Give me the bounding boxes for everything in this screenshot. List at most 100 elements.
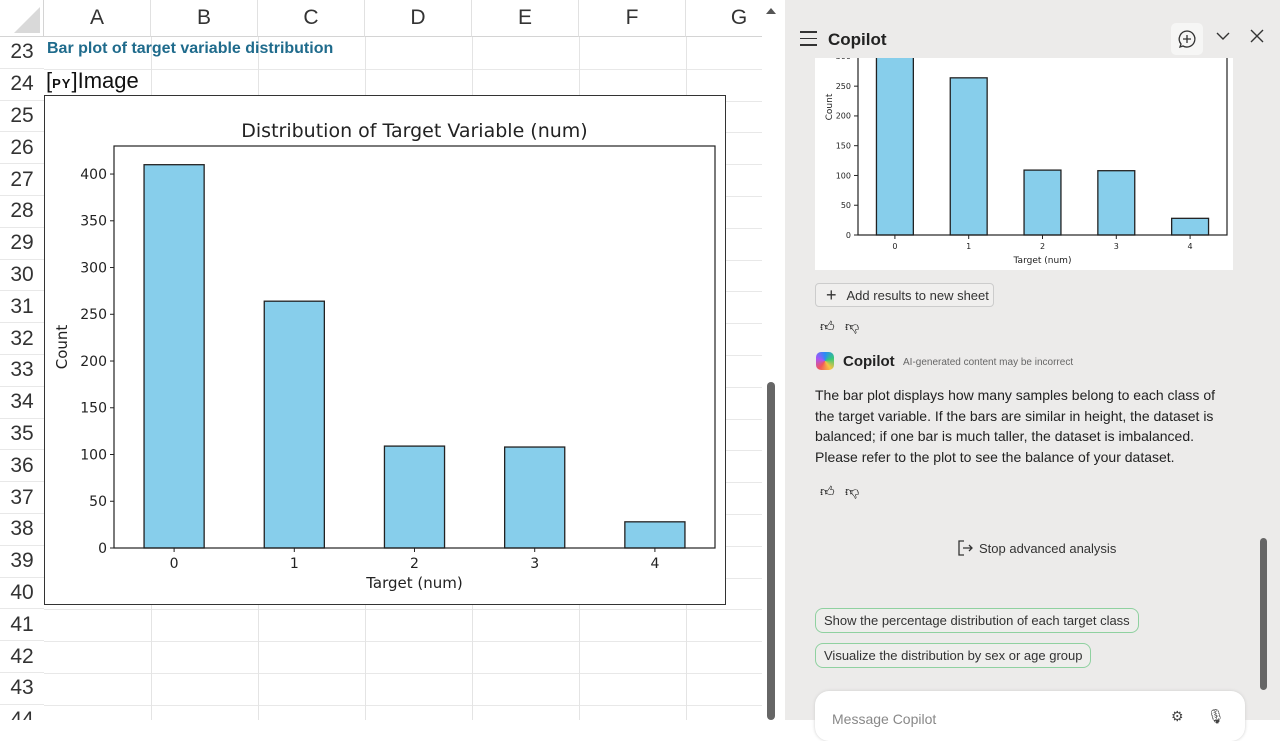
x-tick-label: 2 [410,556,419,572]
x-tick-label: 1 [966,242,971,251]
bar-4 [624,521,686,549]
sheet-vertical-scrollbar[interactable] [762,0,780,720]
add-results-button[interactable]: + Add results to new sheet [815,283,994,307]
y-tick-label: 150 [80,401,107,417]
row-header-37[interactable]: 37 [0,482,44,514]
row-header-35[interactable]: 35 [0,419,44,451]
bar-2 [383,445,446,549]
y-tick-label: 200 [836,112,851,121]
column-header-c[interactable]: C [258,0,365,37]
message-placeholder: Message Copilot [832,711,937,727]
column-header-a[interactable]: A [44,0,151,37]
x-tick-label: 4 [1188,242,1193,251]
copilot-chart-image: 0 1 2 3 4 0 50 100 150 200 250 300 Target (num) Count [815,58,1233,270]
x-tick-label: 1 [290,556,299,572]
add-results-label: Add results to new sheet [846,287,989,303]
y-axis-label: Count [53,325,71,370]
bar-4 [1170,217,1210,236]
main-bar-chart: 0 1 2 3 4 0 50 100 150 200 250 300 350 400 Target (num… [53,120,716,592]
panel-title: Copilot [828,30,887,49]
thumbs-down-icon[interactable]: 👎︎ [845,483,859,500]
row-header-32[interactable]: 32 [0,323,44,355]
new-chat-button[interactable] [1171,23,1203,55]
y-tick-label: 250 [836,82,851,91]
bar-1 [263,300,325,549]
thumbs-up-icon[interactable]: 👍︎ [820,483,835,500]
scrollbar-thumb[interactable] [767,382,775,720]
y-tick-label: 300 [836,58,851,61]
x-axis-label: Target (num) [365,574,463,592]
y-tick-label: 50 [841,201,851,210]
x-tick-label: 4 [650,556,659,572]
suggestion-chip[interactable]: Visualize the distribution by sex or age… [815,643,1092,668]
menu-icon[interactable] [800,31,817,46]
message-input[interactable]: Message Copilot ⚙ 🎙︎ [815,691,1245,741]
assistant-message: The bar plot displays how many samples b… [815,387,1215,465]
y-tick-label: 300 [80,260,107,276]
y-tick-label: 200 [80,354,107,370]
row-header-33[interactable]: 33 [0,355,44,387]
thumbs-up-icon[interactable]: 👍︎ [820,318,835,335]
x-tick-label: 2 [1040,242,1045,251]
collapse-chevron-icon[interactable] [1215,30,1231,42]
row-header-41[interactable]: 41 [0,609,44,642]
row-header-27[interactable]: 27 [0,164,44,196]
image-label: Image [77,68,139,93]
column-header-b[interactable]: B [151,0,258,37]
spreadsheet-grid[interactable]: ABCDEFG 23 24 25 26 27 28 29 30 31 32 33 34 35 36 37 38… [0,0,762,720]
row-header-28[interactable]: 28 [0,196,44,228]
column-header-f[interactable]: F [579,0,686,37]
scroll-up-icon[interactable] [766,8,776,14]
chart-title: Distribution of Target Variable (num) [241,120,587,142]
thumbs-down-icon[interactable]: 👎︎ [845,318,859,335]
row-header-23[interactable]: 23 [0,37,44,69]
row-header-40[interactable]: 40 [0,578,44,610]
row-header-38[interactable]: 38 [0,514,44,546]
y-tick-label: 400 [80,167,107,183]
y-tick-label: 100 [80,447,107,463]
row-header-44[interactable]: 44 [0,705,44,720]
row-header-29[interactable]: 29 [0,228,44,260]
panel-bar-chart: 0 1 2 3 4 0 50 100 150 200 250 300 Target (num) Count [825,58,1228,266]
stop-analysis-button[interactable]: Stop advanced analysis [956,539,1116,557]
exit-icon [958,540,973,556]
ai-disclaimer: AI-generated content may be incorrect [903,357,1074,368]
column-header-e[interactable]: E [472,0,579,37]
bar-3 [503,446,566,549]
row-header-43[interactable]: 43 [0,673,44,705]
row-header-31[interactable]: 31 [0,291,44,324]
suggestion-chip[interactable]: Show the percentage distribution of each… [815,608,1139,633]
x-tick-label: 0 [170,556,179,572]
x-tick-label: 3 [1114,242,1119,251]
panel-scrollbar-thumb[interactable] [1260,538,1267,690]
row-header-42[interactable]: 42 [0,641,44,673]
bar-1 [949,77,988,236]
microphone-icon[interactable]: 🎙︎ [1207,708,1225,725]
y-axis-label: Count [825,93,835,120]
column-header-g[interactable]: G [686,0,762,37]
sender-name: Copilot [843,353,895,370]
python-badge-icon: PY [52,76,72,91]
row-header-26[interactable]: 26 [0,132,44,165]
plus-icon: + [826,284,837,305]
y-tick-label: 0 [846,231,851,240]
row-header-36[interactable]: 36 [0,450,44,483]
select-all-corner[interactable] [0,0,44,37]
cell-a24-python-image[interactable]: [PY]Image [46,68,139,94]
y-tick-label: 350 [80,214,107,230]
cell-a23-title[interactable]: Bar plot of target variable distribution [47,40,333,58]
row-header-24[interactable]: 24 [0,69,44,101]
row-header-39[interactable]: 39 [0,546,44,578]
chart-image[interactable]: 0 1 2 3 4 0 50 100 150 200 250 300 350 400 Target (num… [44,95,726,605]
bar-0 [875,58,915,236]
y-tick-label: 150 [836,141,851,150]
close-icon[interactable] [1249,28,1265,44]
x-tick-label: 0 [892,242,897,251]
column-header-d[interactable]: D [365,0,472,37]
row-header-30[interactable]: 30 [0,260,44,292]
x-axis-label: Target (num) [1013,256,1072,266]
row-header-34[interactable]: 34 [0,387,44,419]
brain-icon[interactable]: ⚙ [1171,708,1184,725]
row-header-25[interactable]: 25 [0,101,44,133]
stop-analysis-label: Stop advanced analysis [979,540,1117,556]
